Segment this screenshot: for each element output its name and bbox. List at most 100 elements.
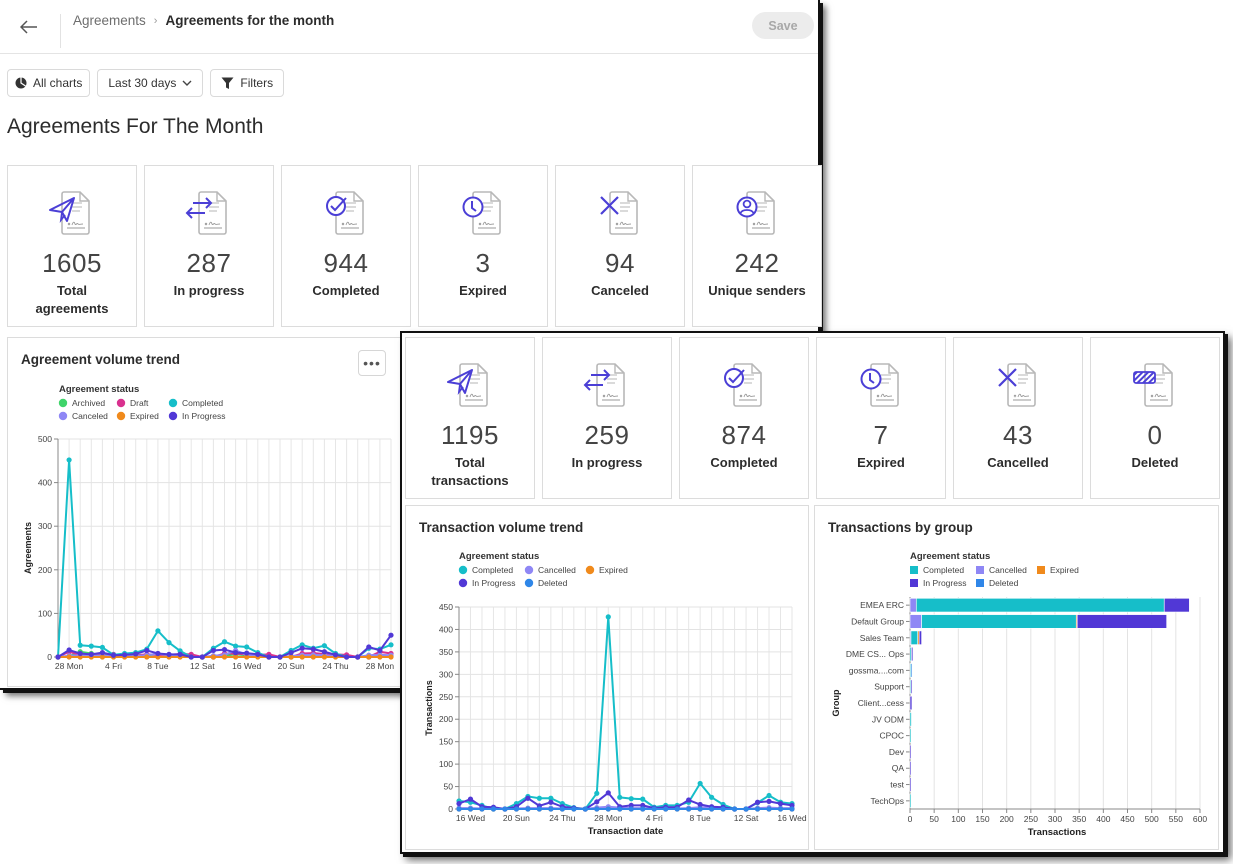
bar-segment-completed[interactable]: [910, 630, 919, 645]
data-point-in_progress[interactable]: [221, 646, 228, 653]
data-point-in_progress[interactable]: [594, 799, 600, 805]
data-point-deleted[interactable]: [674, 806, 680, 812]
data-point-expired[interactable]: [321, 654, 327, 660]
data-point-in_progress[interactable]: [299, 645, 305, 651]
data-point-in_progress[interactable]: [754, 799, 761, 805]
data-point-deleted[interactable]: [571, 806, 577, 812]
data-point-deleted[interactable]: [628, 806, 634, 812]
data-point-in_progress[interactable]: [88, 651, 94, 657]
data-point-in_progress[interactable]: [122, 652, 128, 658]
data-point-in_progress[interactable]: [766, 798, 772, 804]
data-point-completed[interactable]: [221, 639, 228, 645]
stat-card-completed[interactable]: 874 Completed: [679, 337, 809, 499]
bar-segment-in_progress[interactable]: [909, 744, 912, 760]
bar-segment-completed[interactable]: [921, 614, 1077, 629]
data-point-deleted[interactable]: [743, 806, 749, 812]
data-point-in_progress[interactable]: [233, 650, 239, 656]
data-point-deleted[interactable]: [651, 806, 657, 812]
data-point-completed[interactable]: [99, 644, 105, 651]
stat-card-total-transactions[interactable]: 1195 Total transactions: [405, 337, 535, 499]
data-point-in_progress[interactable]: [697, 801, 703, 808]
data-point-in_progress[interactable]: [332, 652, 339, 658]
filters-button[interactable]: Filters: [210, 69, 285, 97]
stat-card-cancelled[interactable]: 43 Cancelled: [953, 337, 1083, 499]
data-point-deleted[interactable]: [731, 806, 738, 812]
data-point-expired[interactable]: [377, 654, 383, 660]
data-point-in_progress[interactable]: [777, 801, 784, 807]
date-range-dropdown[interactable]: Last 30 days: [97, 69, 204, 97]
data-point-deleted[interactable]: [479, 806, 485, 812]
data-point-in_progress[interactable]: [133, 651, 139, 657]
data-point-in_progress[interactable]: [99, 650, 105, 656]
data-point-completed[interactable]: [536, 795, 542, 801]
data-point-completed[interactable]: [77, 642, 83, 648]
data-point-in_progress[interactable]: [166, 651, 172, 657]
data-point-completed[interactable]: [155, 628, 161, 634]
data-point-deleted[interactable]: [456, 806, 462, 812]
bar-segment-completed[interactable]: [909, 793, 912, 808]
data-point-completed[interactable]: [66, 457, 72, 463]
bar-segment-completed[interactable]: [915, 598, 1165, 613]
stat-card-expired[interactable]: 7 Expired: [816, 337, 946, 499]
data-point-deleted[interactable]: [548, 806, 554, 812]
bar-segment-in_progress[interactable]: [909, 777, 912, 792]
data-point-deleted[interactable]: [697, 806, 703, 812]
data-point-in_progress[interactable]: [177, 651, 183, 657]
bar-segment-deleted[interactable]: [910, 663, 913, 678]
data-point-completed[interactable]: [388, 642, 394, 648]
bar-segment-canceled[interactable]: [909, 598, 917, 613]
data-point-deleted[interactable]: [709, 806, 715, 812]
data-point-in_progress[interactable]: [321, 649, 327, 655]
data-point-in_progress[interactable]: [155, 650, 161, 657]
data-point-completed[interactable]: [321, 643, 327, 649]
bar-segment-in_progress[interactable]: [918, 630, 922, 645]
stat-card-unique-senders[interactable]: 242 Unique senders: [692, 165, 822, 327]
bar-segment-in_progress[interactable]: [1076, 614, 1167, 629]
bar-segment-in_progress[interactable]: [911, 646, 914, 662]
data-point-in_progress[interactable]: [244, 650, 250, 656]
data-point-expired[interactable]: [144, 654, 150, 660]
data-point-in_progress[interactable]: [255, 651, 261, 657]
data-point-completed[interactable]: [244, 644, 250, 650]
data-point-in_progress[interactable]: [344, 654, 350, 660]
data-point-deleted[interactable]: [559, 806, 565, 812]
save-button[interactable]: Save: [752, 12, 814, 39]
data-point-expired[interactable]: [388, 654, 394, 660]
all-charts-button[interactable]: All charts: [7, 69, 91, 97]
stat-card-in-progress[interactable]: 287 In progress: [144, 165, 274, 327]
data-point-in_progress[interactable]: [605, 790, 611, 796]
bar-segment-in_progress[interactable]: [909, 761, 912, 776]
bar-segment-in_progress[interactable]: [909, 695, 913, 711]
data-point-deleted[interactable]: [777, 806, 784, 812]
data-point-deleted[interactable]: [536, 806, 542, 812]
data-point-deleted[interactable]: [754, 806, 761, 812]
data-point-deleted[interactable]: [686, 806, 692, 812]
data-point-in_progress[interactable]: [210, 647, 216, 654]
data-point-deleted[interactable]: [605, 806, 611, 812]
data-point-expired[interactable]: [210, 654, 216, 660]
data-point-completed[interactable]: [605, 614, 611, 620]
data-point-in_progress[interactable]: [456, 801, 462, 807]
bar-segment-in_progress[interactable]: [1163, 598, 1190, 613]
data-point-deleted[interactable]: [594, 806, 600, 812]
data-point-in_progress[interactable]: [144, 647, 150, 654]
data-point-deleted[interactable]: [502, 806, 508, 812]
data-point-deleted[interactable]: [513, 806, 520, 812]
data-point-completed[interactable]: [628, 796, 634, 802]
data-point-completed[interactable]: [617, 794, 623, 800]
data-point-in_progress[interactable]: [377, 647, 383, 654]
data-point-in_progress[interactable]: [355, 654, 361, 660]
data-point-completed[interactable]: [166, 640, 172, 646]
data-point-expired[interactable]: [366, 654, 372, 660]
data-point-in_progress[interactable]: [266, 654, 272, 660]
data-point-deleted[interactable]: [467, 806, 474, 812]
data-point-in_progress[interactable]: [277, 654, 283, 660]
data-point-expired[interactable]: [66, 654, 72, 660]
data-point-in_progress[interactable]: [525, 795, 531, 801]
data-point-completed[interactable]: [640, 796, 646, 802]
data-point-deleted[interactable]: [663, 806, 669, 812]
stat-card-expired[interactable]: 3 Expired: [418, 165, 548, 327]
data-point-in_progress[interactable]: [548, 799, 554, 805]
data-point-deleted[interactable]: [617, 806, 623, 812]
data-point-in_progress[interactable]: [77, 650, 83, 657]
